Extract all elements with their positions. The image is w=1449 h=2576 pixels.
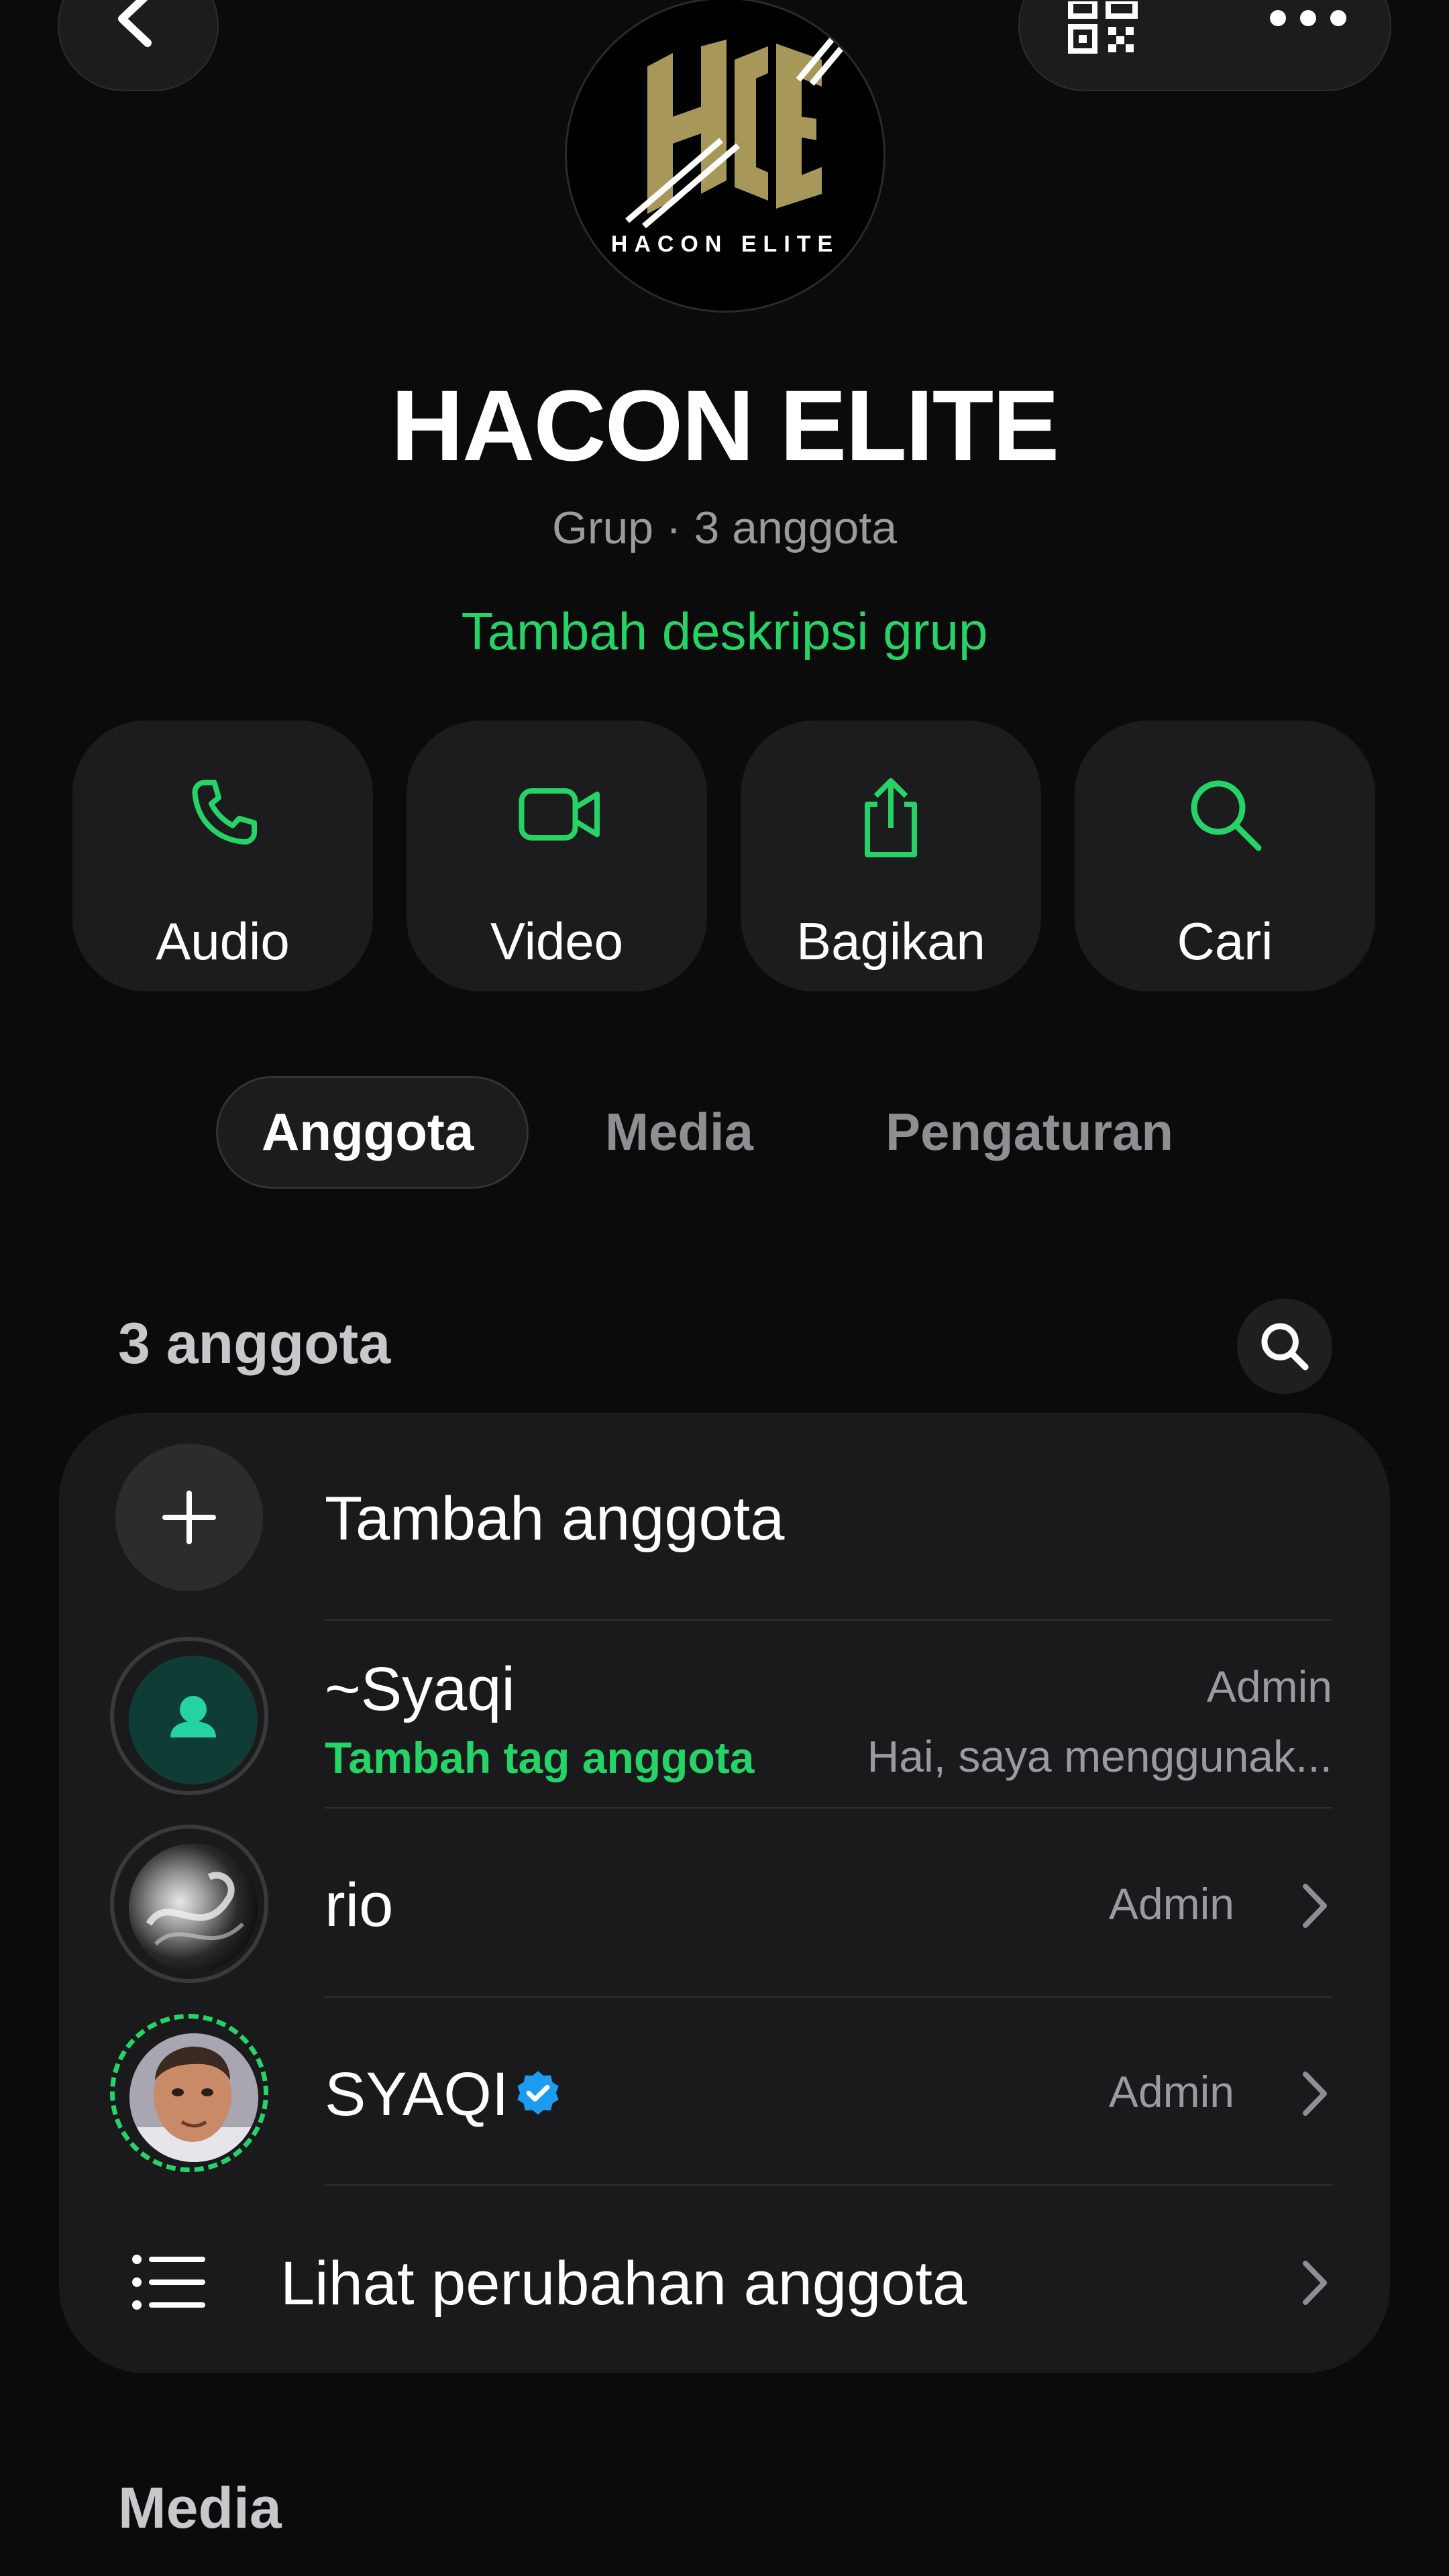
audio-button[interactable]: Audio [72,720,373,991]
more-horizontal-icon[interactable] [1268,8,1348,28]
video-icon [519,788,600,841]
verified-badge-icon [517,2071,559,2115]
members-count: 3 anggota [118,1311,391,1376]
divider [325,1996,1332,1998]
tab-media[interactable]: Media [605,1102,753,1163]
logo-text: HACON ELITE [610,231,840,257]
search-button[interactable]: Cari [1075,720,1375,991]
divider [325,1619,1332,1621]
group-avatar[interactable]: HACON ELITE [565,0,885,313]
chevron-left-icon [118,0,152,47]
back-button[interactable] [58,0,219,91]
media-section-heading: Media [118,2476,282,2540]
hce-logo [625,38,848,229]
search-icon [1191,780,1262,851]
phone-icon [192,780,257,845]
group-name: HACON ELITE [390,369,1060,482]
share-icon [865,778,917,857]
face-photo [129,2046,258,2162]
person-icon [170,1696,216,1737]
add-description-link[interactable]: Tambah deskripsi grup [0,601,1449,662]
audio-label: Audio [156,912,290,971]
plus-icon [162,1491,216,1544]
member-avatar[interactable] [110,1637,268,1795]
search-icon [1261,1323,1309,1371]
add-member-button[interactable]: Tambah anggota [325,1484,784,1554]
member-role: Admin [1108,2067,1234,2116]
top-actions-pill [1018,0,1391,91]
divider [325,2184,1332,2186]
member-search-button[interactable] [1237,1299,1332,1394]
group-subtitle: Grup · 3 anggota [551,502,898,553]
chevron-right-icon[interactable] [1301,2070,1328,2117]
view-member-changes-button[interactable]: Lihat perubahan anggota [280,2249,967,2319]
member-status: Hai, saya menggunak... [867,1731,1332,1781]
video-label: Video [490,912,624,971]
chevron-right-icon[interactable] [1301,2259,1328,2306]
member-name[interactable]: rio [325,1870,393,1941]
tab-pengaturan[interactable]: Pengaturan [885,1102,1173,1163]
smoke-image [146,1872,245,1946]
share-label: Bagikan [796,912,985,971]
add-member-icon-circle[interactable] [115,1444,263,1591]
member-role: Admin [1108,1879,1234,1929]
share-button[interactable]: Bagikan [741,720,1041,991]
member-role: Admin [1206,1662,1332,1711]
member-avatar[interactable] [110,2014,268,2172]
chevron-right-icon[interactable] [1301,1882,1328,1929]
member-name[interactable]: SYAQI [325,2059,508,2130]
tab-anggota[interactable]: Anggota [262,1102,474,1163]
qr-code-icon[interactable] [1068,1,1142,55]
member-avatar[interactable] [110,1825,268,1983]
list-icon [132,2255,205,2310]
divider [325,1807,1332,1809]
add-member-tag-link[interactable]: Tambah tag anggota [325,1732,754,1783]
search-label: Cari [1177,912,1273,971]
video-button[interactable]: Video [407,720,707,991]
member-name[interactable]: ~Syaqi [325,1654,515,1725]
